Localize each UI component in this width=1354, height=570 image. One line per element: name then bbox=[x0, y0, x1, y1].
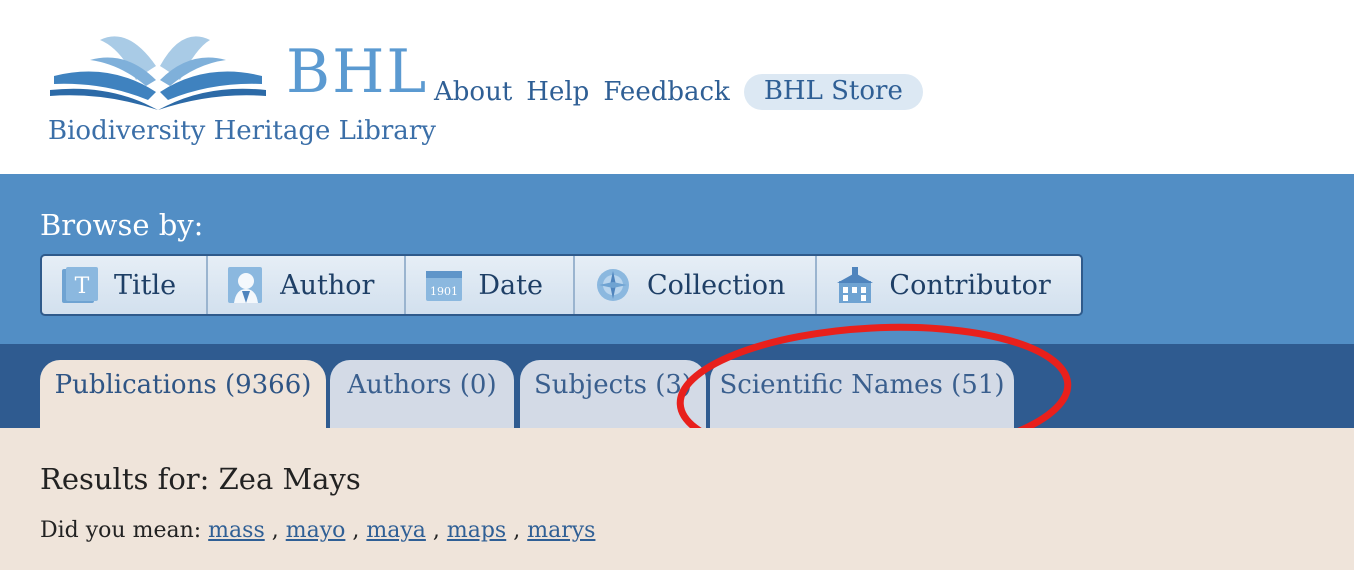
results-tabs: Publications (9366) Authors (0) Subjects… bbox=[0, 344, 1354, 428]
nav-help-link[interactable]: Help bbox=[526, 77, 589, 107]
bhl-logo[interactable]: BHL Biodiversity Heritage Library bbox=[46, 26, 436, 156]
browse-date-button[interactable]: 1901 Date bbox=[406, 256, 575, 314]
browse-collection-label: Collection bbox=[646, 269, 786, 301]
author-silhouette-icon bbox=[226, 265, 266, 305]
browse-panel: Browse by: T Title Author 1901 Date Coll… bbox=[0, 174, 1354, 344]
tab-authors-label: Authors (0) bbox=[347, 370, 497, 400]
tab-publications-label: Publications (9366) bbox=[54, 370, 312, 400]
collection-compass-icon bbox=[593, 265, 633, 305]
results-title: Results for: Zea Mays bbox=[40, 462, 361, 496]
browse-title-label: Title bbox=[114, 269, 177, 301]
contributor-building-icon bbox=[835, 265, 875, 305]
top-nav: About Help Feedback BHL Store bbox=[434, 72, 937, 112]
suggestion-link[interactable]: maps bbox=[447, 518, 506, 543]
logo-abbrev: BHL bbox=[286, 37, 429, 107]
did-you-mean: Did you mean: mass , mayo , maya , maps … bbox=[40, 518, 596, 543]
tab-subjects-label: Subjects (3) bbox=[533, 370, 693, 400]
suggestion-link[interactable]: marys bbox=[527, 518, 595, 543]
tab-scientific-names-label: Scientific Names (51) bbox=[719, 370, 1005, 400]
tab-scientific-names[interactable]: Scientific Names (51) bbox=[710, 360, 1014, 428]
browse-contributor-button[interactable]: Contributor bbox=[817, 256, 1080, 314]
suggestion-link[interactable]: mayo bbox=[286, 518, 346, 543]
nav-bhl-store-button[interactable]: BHL Store bbox=[743, 74, 923, 110]
suggestion-link[interactable]: mass bbox=[208, 518, 265, 543]
nav-about-link[interactable]: About bbox=[434, 77, 512, 107]
browse-label: Browse by: bbox=[40, 208, 204, 242]
browse-author-button[interactable]: Author bbox=[208, 256, 407, 314]
date-1901-icon: 1901 bbox=[424, 265, 464, 305]
site-header: BHL Biodiversity Heritage Library About … bbox=[0, 0, 1354, 174]
did-you-mean-label: Did you mean: bbox=[40, 518, 202, 543]
title-t-icon: T bbox=[60, 265, 100, 305]
browse-date-label: Date bbox=[478, 269, 543, 301]
svg-text:T: T bbox=[75, 274, 90, 299]
tab-subjects[interactable]: Subjects (3) bbox=[520, 360, 706, 428]
nav-feedback-link[interactable]: Feedback bbox=[603, 77, 730, 107]
svg-text:1901: 1901 bbox=[430, 285, 458, 298]
open-book-logo-icon bbox=[50, 36, 266, 110]
browse-contributor-label: Contributor bbox=[889, 269, 1051, 301]
browse-button-group: T Title Author 1901 Date Collection Cont… bbox=[40, 254, 1083, 316]
tab-publications[interactable]: Publications (9366) bbox=[40, 360, 326, 428]
browse-title-button[interactable]: T Title bbox=[42, 256, 209, 314]
results-content: Results for: Zea Mays Did you mean: mass… bbox=[0, 428, 1354, 570]
suggestion-link[interactable]: maya bbox=[366, 518, 426, 543]
logo-tagline: Biodiversity Heritage Library bbox=[48, 116, 436, 146]
browse-author-label: Author bbox=[280, 269, 375, 301]
browse-collection-button[interactable]: Collection bbox=[575, 256, 818, 314]
tab-authors[interactable]: Authors (0) bbox=[330, 360, 514, 428]
